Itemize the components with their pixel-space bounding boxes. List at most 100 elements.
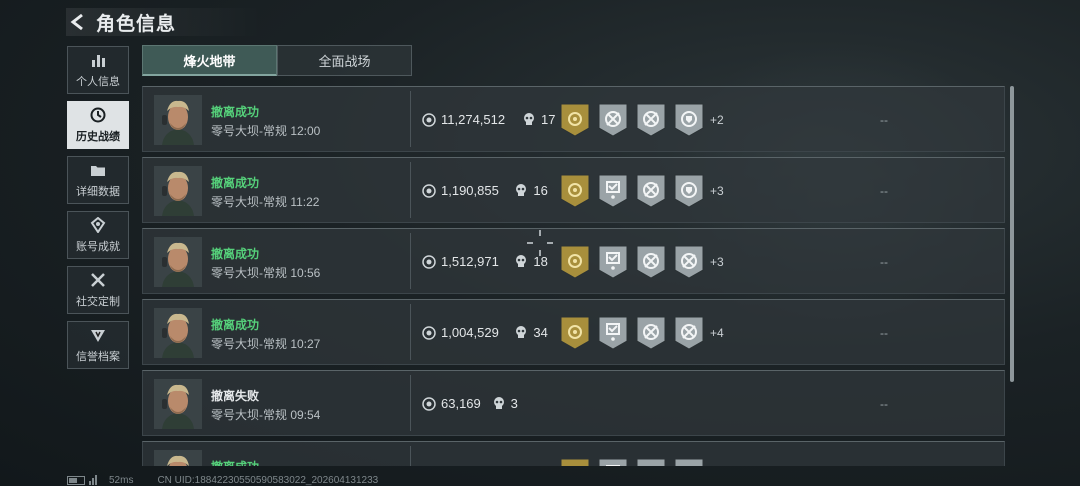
row-divider (410, 375, 411, 431)
crosshair-icon (527, 230, 553, 256)
skull-icon (516, 255, 527, 267)
operator-avatar (154, 379, 202, 429)
row-note: -- (880, 255, 888, 269)
kill-count: 3 (510, 396, 518, 411)
badge-list: +3 (560, 245, 724, 279)
match-row[interactable]: 撤离成功零号大坝-常规 12:00 11,274,512 17 +2 -- (142, 86, 1005, 152)
check-star-badge-icon[interactable] (598, 316, 628, 350)
uid-text: CN UID:18842230550590583022_202604131233 (157, 474, 379, 486)
coin-icon (422, 326, 436, 340)
nav-label: 社交定制 (76, 296, 120, 308)
skull-icon (516, 184, 527, 196)
operator-avatar (154, 308, 202, 358)
match-history-list: 撤离成功 零号大坝-常规 12:00 11,274,512 17 +2 -- 撤离成功 零号大… (142, 86, 1005, 466)
skull-icon (516, 326, 527, 338)
ring-cross-badge-icon[interactable] (674, 458, 704, 466)
match-row[interactable]: 撤离成功 零号大坝-常规 11:22 1,190,855 16 +3 -- (142, 157, 1005, 223)
ring-shield-badge-icon[interactable] (674, 174, 704, 208)
gold-medal-badge-icon[interactable] (560, 174, 590, 208)
row-divider (410, 304, 411, 360)
ring-cross-badge-icon[interactable] (598, 103, 628, 137)
ring-cross-badge-icon[interactable] (636, 316, 666, 350)
ring-cross-badge-icon[interactable] (636, 103, 666, 137)
nav-item-5[interactable]: 信誉档案 (67, 321, 129, 369)
nav-item-4[interactable]: 社交定制 (67, 266, 129, 314)
operator-avatar (154, 237, 202, 287)
ring-shield-badge-icon[interactable] (674, 103, 704, 137)
match-row[interactable]: 撤离成功 零号大坝-常规 10:27 1,004,529 34 +4 -- (142, 299, 1005, 365)
kill-count: 16 (533, 183, 548, 198)
history-icon (89, 106, 107, 124)
ring-cross-badge-icon[interactable] (636, 245, 666, 279)
extra-badge-count: +3 (710, 255, 724, 269)
achievement-icon (89, 216, 107, 234)
nav-label: 历史战绩 (76, 131, 120, 143)
gold-medal-badge-icon[interactable] (560, 245, 590, 279)
operator-avatar (154, 450, 202, 466)
coin-icon (422, 184, 436, 198)
nav-item-0[interactable]: 个人信息 (67, 46, 129, 94)
match-row[interactable]: 撤离成功 (142, 441, 1005, 466)
map-time: 零号大坝-常规 10:27 (211, 337, 321, 351)
coin-icon (422, 397, 436, 411)
nav-label: 个人信息 (76, 76, 120, 88)
ring-cross-badge-icon[interactable] (674, 245, 704, 279)
folder-icon (89, 161, 107, 179)
signal-icon (89, 475, 103, 485)
loot-value: 63,169 (441, 396, 481, 411)
extra-badge-count: +2 (710, 113, 724, 127)
match-row[interactable]: 撤离成功 零号大坝-常规 10:56 1,512,971 18 +3 -- (142, 228, 1005, 294)
kill-count: 17 (541, 112, 556, 127)
row-note: -- (880, 113, 888, 127)
loot-value: 11,274,512 (441, 112, 506, 127)
side-nav: 个人信息历史战绩详细数据账号成就社交定制信誉档案 (67, 46, 129, 376)
credit-shield-icon (89, 326, 107, 344)
skull-icon (493, 397, 504, 409)
operator-avatar (154, 166, 202, 216)
kill-count: 34 (533, 325, 548, 340)
gold-medal-badge-icon[interactable] (560, 103, 590, 137)
extra-badge-count: +4 (710, 326, 724, 340)
skull-icon (524, 113, 534, 125)
row-divider (410, 91, 411, 147)
header: 角色信息 (66, 8, 262, 36)
gold-medal-badge-icon[interactable] (560, 458, 590, 466)
nav-label: 信誉档案 (76, 351, 120, 363)
map-time: 零号大坝-常规 12:00 (211, 124, 321, 138)
check-star-badge-icon[interactable] (598, 458, 628, 466)
ring-cross-badge-icon[interactable] (636, 174, 666, 208)
extraction-status: 撤离成功 (211, 247, 260, 261)
nav-item-1[interactable]: 历史战绩 (67, 101, 129, 149)
extra-badge-count: +3 (710, 184, 724, 198)
match-row[interactable]: 撤离失败 零号大坝-常规 09:54 63,169 3 -- (142, 370, 1005, 436)
operator-avatar (154, 95, 202, 145)
battery-icon (67, 475, 85, 485)
nav-item-3[interactable]: 账号成就 (67, 211, 129, 259)
ping-text: 52ms (109, 474, 134, 486)
extraction-status: 撤离失败 (211, 389, 260, 403)
extraction-status: 撤离成功 (211, 105, 260, 119)
tab-1[interactable]: 全面战场 (277, 45, 412, 76)
row-note: -- (880, 184, 888, 198)
kill-count: 18 (533, 254, 548, 269)
check-star-badge-icon[interactable] (598, 174, 628, 208)
tab-0[interactable]: 烽火地带 (142, 45, 277, 76)
map-time: 零号大坝-常规 11:22 (211, 195, 320, 209)
back-arrow-icon[interactable] (66, 10, 90, 34)
scrollbar[interactable] (1010, 86, 1014, 382)
map-time: 零号大坝-常规 09:54 (211, 408, 321, 422)
ring-cross-badge-icon[interactable] (636, 458, 666, 466)
loot-value: 1,004,529 (441, 325, 499, 340)
page-title: 角色信息 (96, 13, 177, 35)
loot-value: 1,190,855 (441, 183, 499, 198)
nav-item-2[interactable]: 详细数据 (67, 156, 129, 204)
gold-medal-badge-icon[interactable] (560, 316, 590, 350)
loot-value: 1,512,971 (441, 254, 499, 269)
ring-cross-badge-icon[interactable] (674, 316, 704, 350)
check-star-badge-icon[interactable] (598, 245, 628, 279)
badge-list (560, 458, 712, 466)
row-divider (410, 162, 411, 218)
nav-label: 详细数据 (76, 186, 120, 198)
mode-tabs: 烽火地带 全面战场 (142, 45, 412, 76)
status-footer: 52ms CN UID:18842230550590583022_2026041… (67, 474, 378, 486)
